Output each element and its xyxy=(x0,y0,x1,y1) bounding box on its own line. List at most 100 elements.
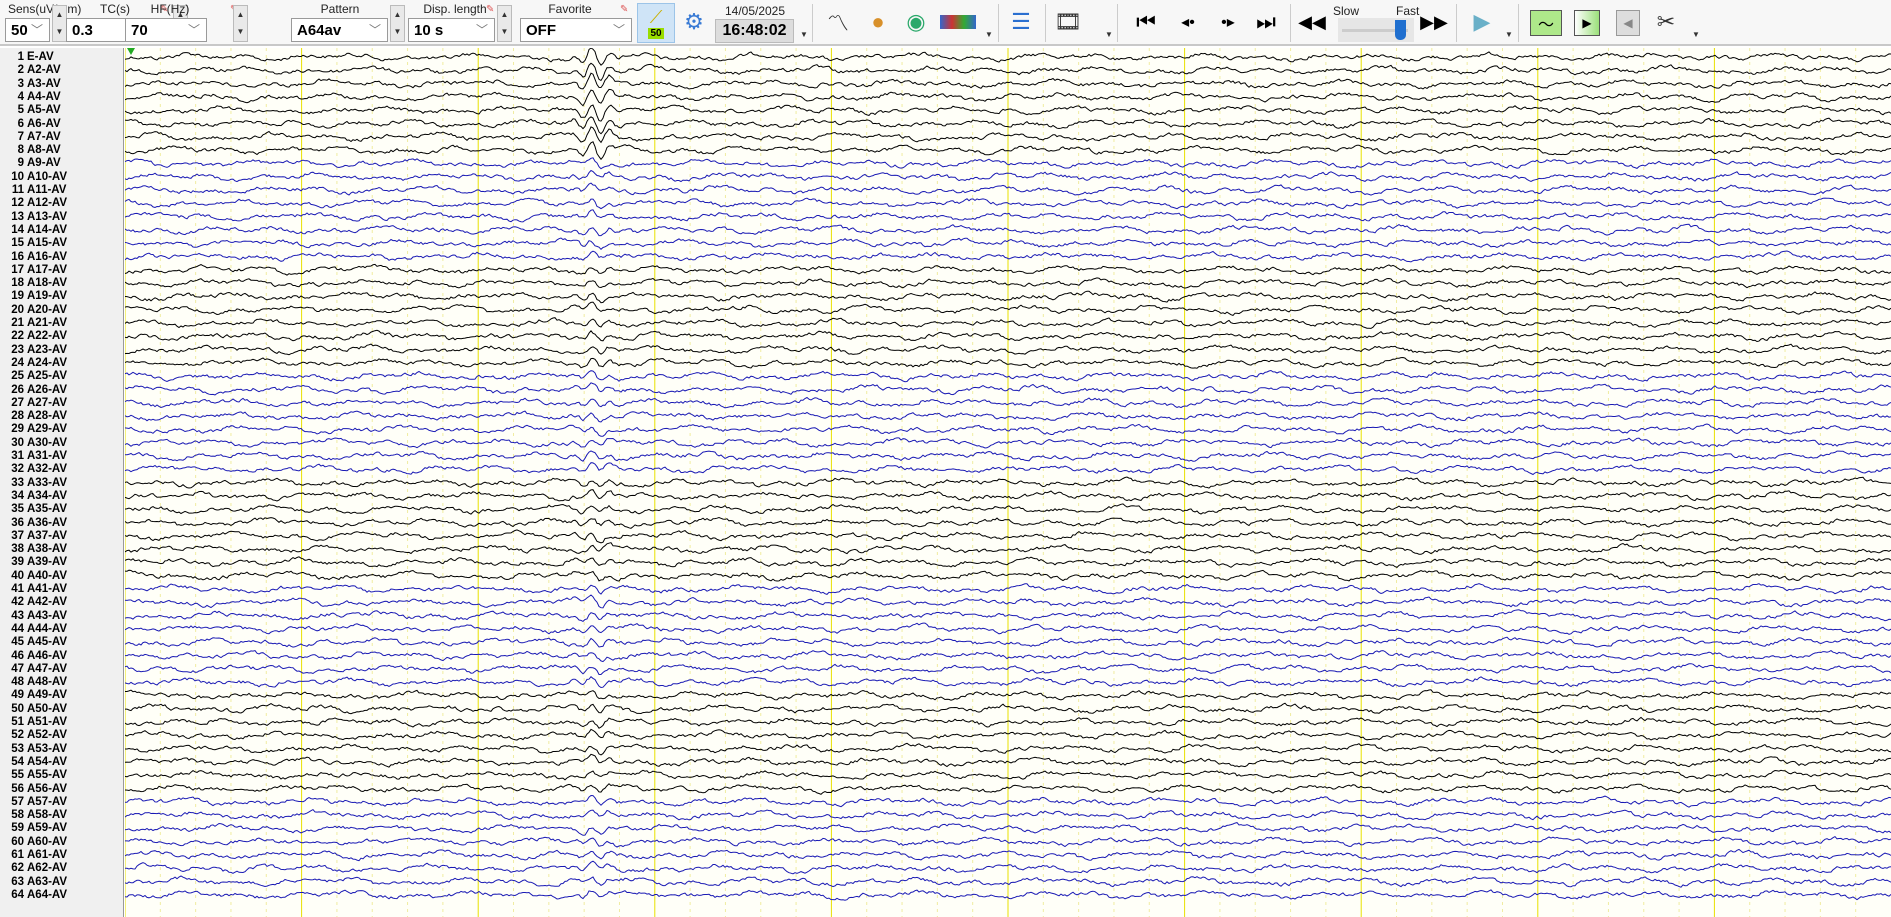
channel-label[interactable]: 23 A23-AV xyxy=(0,344,67,357)
hf-spinner[interactable]: ▲ ▼ xyxy=(233,5,248,42)
channel-label[interactable]: 13 A13-AV xyxy=(0,211,67,224)
channel-label[interactable]: 33 A33-AV xyxy=(0,477,67,490)
time-marker-icon[interactable] xyxy=(127,48,135,55)
channel-label[interactable]: 10 A10-AV xyxy=(0,171,67,184)
speed-slider[interactable] xyxy=(1338,18,1414,42)
channel-label[interactable]: 25 A25-AV xyxy=(0,370,67,383)
channel-label[interactable]: 26 A26-AV xyxy=(0,384,67,397)
channel-label[interactable]: 24 A24-AV xyxy=(0,357,67,370)
channel-label[interactable]: 57 A57-AV xyxy=(0,796,67,809)
channel-label[interactable]: 34 A34-AV xyxy=(0,490,67,503)
channel-label[interactable]: 12 A12-AV xyxy=(0,197,67,210)
channel-label[interactable]: 53 A53-AV xyxy=(0,743,67,756)
channel-label[interactable]: 4 A4-AV xyxy=(0,91,61,104)
edit-pencil-icon[interactable]: ✎ xyxy=(486,4,496,15)
clip-edit-scissors-icon[interactable]: ✂ xyxy=(1650,6,1682,38)
channel-label[interactable]: 56 A56-AV xyxy=(0,783,67,796)
dropdown-arrow-icon[interactable]: ▼ xyxy=(800,30,808,39)
channel-label[interactable]: 46 A46-AV xyxy=(0,650,67,663)
channel-label[interactable]: 19 A19-AV xyxy=(0,290,67,303)
pattern-spinner[interactable]: ▲ ▼ xyxy=(390,5,405,42)
channel-label[interactable]: 21 A21-AV xyxy=(0,317,67,330)
previous-marker-icon[interactable]: ◀ xyxy=(1616,10,1640,36)
sensitivity-toggle-button[interactable]: ⟋ 50 xyxy=(637,3,675,43)
edit-pencil-icon[interactable]: ✎ xyxy=(620,4,630,15)
channel-label[interactable]: 5 A5-AV xyxy=(0,104,61,117)
channel-label[interactable]: 58 A58-AV xyxy=(0,809,67,822)
channel-label[interactable]: 45 A45-AV xyxy=(0,636,67,649)
montage-settings-icon[interactable]: ⚙ xyxy=(678,6,710,38)
channel-label[interactable]: 22 A22-AV xyxy=(0,330,67,343)
channel-label[interactable]: 59 A59-AV xyxy=(0,822,67,835)
channel-label[interactable]: 32 A32-AV xyxy=(0,463,67,476)
channel-label[interactable]: 50 A50-AV xyxy=(0,703,67,716)
go-to-start-icon[interactable]: ⏮ xyxy=(1130,6,1162,38)
patient-info-icon[interactable]: ☰ xyxy=(1005,6,1037,38)
eeg-trace-area[interactable] xyxy=(125,48,1891,917)
channel-label[interactable]: 15 A15-AV xyxy=(0,237,67,250)
channel-label[interactable]: 20 A20-AV xyxy=(0,304,67,317)
pattern-select[interactable]: A64av ﹀ xyxy=(291,18,388,42)
channel-label[interactable]: 14 A14-AV xyxy=(0,224,67,237)
channel-label[interactable]: 62 A62-AV xyxy=(0,862,67,875)
play-icon[interactable]: ▶ xyxy=(1466,6,1498,38)
channel-label[interactable]: 47 A47-AV xyxy=(0,663,67,676)
channel-label[interactable]: 35 A35-AV xyxy=(0,503,67,516)
channel-label[interactable]: 11 A11-AV xyxy=(0,184,67,197)
head-map-3d-icon[interactable]: ● xyxy=(862,6,894,38)
channel-label[interactable]: 63 A63-AV xyxy=(0,876,67,889)
speed-slider-thumb[interactable] xyxy=(1394,20,1406,40)
channel-label[interactable]: 29 A29-AV xyxy=(0,423,67,436)
channel-label[interactable]: 48 A48-AV xyxy=(0,676,67,689)
channel-label[interactable]: 44 A44-AV xyxy=(0,623,67,636)
channel-label[interactable]: 60 A60-AV xyxy=(0,836,67,849)
channel-label[interactable]: 61 A61-AV xyxy=(0,849,67,862)
channel-label[interactable]: 38 A38-AV xyxy=(0,543,67,556)
topography-map-icon[interactable]: ◉ xyxy=(900,6,932,38)
channel-label[interactable]: 43 A43-AV xyxy=(0,610,67,623)
channel-label[interactable]: 64 A64-AV xyxy=(0,889,67,902)
video-icon[interactable]: 🎞 xyxy=(1052,6,1084,38)
channel-label[interactable]: 31 A31-AV xyxy=(0,450,67,463)
spectrogram-icon[interactable] xyxy=(940,15,976,29)
channel-label[interactable]: 17 A17-AV xyxy=(0,264,67,277)
channel-label[interactable]: 55 A55-AV xyxy=(0,769,67,782)
channel-label[interactable]: 54 A54-AV xyxy=(0,756,67,769)
waveform-cursor-icon[interactable]: 〽 xyxy=(822,6,854,38)
channel-label[interactable]: 27 A27-AV xyxy=(0,397,67,410)
go-to-end-icon[interactable]: ⏭ xyxy=(1250,6,1282,38)
channel-label[interactable]: 7 A7-AV xyxy=(0,131,61,144)
channel-label[interactable]: 36 A36-AV xyxy=(0,517,67,530)
channel-label[interactable]: 37 A37-AV xyxy=(0,530,67,543)
channel-label[interactable]: 52 A52-AV xyxy=(0,729,67,742)
channel-label[interactable]: 28 A28-AV xyxy=(0,410,67,423)
channel-label[interactable]: 8 A8-AV xyxy=(0,144,61,157)
dropdown-arrow-icon[interactable]: ▼ xyxy=(1692,30,1700,39)
sens-spinner[interactable]: ▲ ▼ xyxy=(52,5,67,42)
step-back-icon[interactable]: ◂• xyxy=(1172,6,1204,38)
channel-label[interactable]: 9 A9-AV xyxy=(0,157,61,170)
sens-select[interactable]: 50 ﹀ xyxy=(5,18,50,42)
rewind-icon[interactable]: ◀◀ xyxy=(1296,6,1328,38)
channel-label[interactable]: 49 A49-AV xyxy=(0,689,67,702)
disp-length-select[interactable]: 10 s ﹀ xyxy=(408,18,495,42)
disp-length-spinner[interactable]: ▲ ▼ xyxy=(497,5,512,42)
channel-label[interactable]: 1 E-AV xyxy=(0,51,54,64)
channel-label[interactable]: 42 A42-AV xyxy=(0,596,67,609)
step-forward-icon[interactable]: •▸ xyxy=(1212,6,1244,38)
next-marker-icon[interactable]: ▶ xyxy=(1574,10,1600,36)
channel-label[interactable]: 3 A3-AV xyxy=(0,78,61,91)
hf-select[interactable]: 70 ﹀ xyxy=(125,18,207,42)
dropdown-arrow-icon[interactable]: ▼ xyxy=(985,30,993,39)
channel-label[interactable]: 30 A30-AV xyxy=(0,437,67,450)
dropdown-arrow-icon[interactable]: ▼ xyxy=(1505,30,1513,39)
channel-label[interactable]: 6 A6-AV xyxy=(0,118,61,131)
channel-label[interactable]: 41 A41-AV xyxy=(0,583,67,596)
channel-label[interactable]: 2 A2-AV xyxy=(0,64,61,77)
fast-forward-icon[interactable]: ▶▶ xyxy=(1418,6,1450,38)
channel-label[interactable]: 40 A40-AV xyxy=(0,570,67,583)
channel-label[interactable]: 16 A16-AV xyxy=(0,251,67,264)
dropdown-arrow-icon[interactable]: ▼ xyxy=(1105,30,1113,39)
channel-label[interactable]: 51 A51-AV xyxy=(0,716,67,729)
channel-label[interactable]: 39 A39-AV xyxy=(0,556,67,569)
